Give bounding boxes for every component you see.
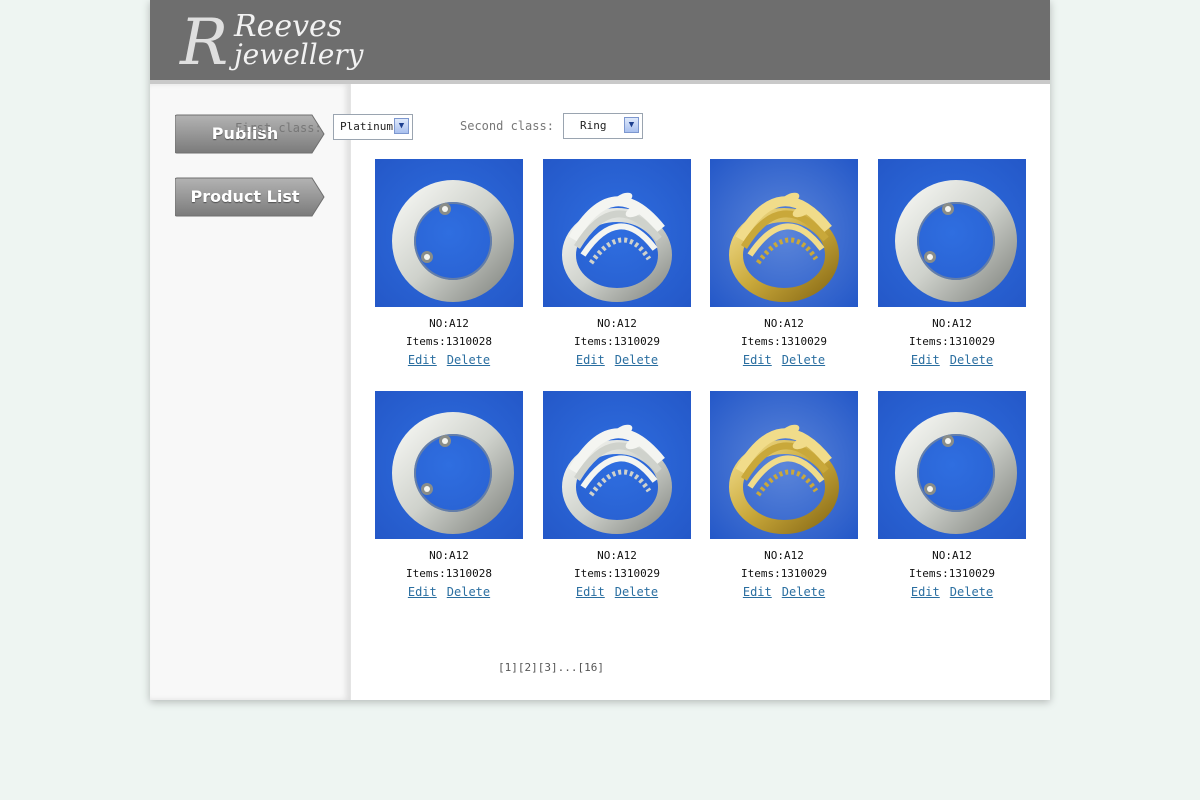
product-number: NO:A12 (429, 549, 469, 562)
second-class-select[interactable]: Ring ▼ (563, 113, 643, 139)
delete-link[interactable]: Delete (782, 353, 825, 367)
product-items: Items:1310029 (908, 567, 996, 580)
product-card: NO:A12 Items:1310029 Edit Delete (543, 391, 691, 601)
sidebar: Publish Product List (150, 84, 351, 700)
second-class-value: Ring (580, 119, 607, 132)
product-number: NO:A12 (764, 317, 804, 330)
product-card: NO:A12 Items:1310028 Edit Delete (375, 159, 523, 369)
product-number: NO:A12 (429, 317, 469, 330)
product-actions: Edit Delete (710, 583, 858, 601)
svg-text:R: R (179, 6, 228, 76)
edit-link[interactable]: Edit (408, 585, 437, 599)
product-number: NO:A12 (597, 317, 637, 330)
product-image[interactable] (710, 159, 858, 307)
product-number: NO:A12 (597, 549, 637, 562)
product-items: Items:1310029 (908, 335, 996, 348)
product-actions: Edit Delete (543, 351, 691, 369)
product-items: Items:1310029 (573, 335, 661, 348)
product-actions: Edit Delete (543, 583, 691, 601)
edit-link[interactable]: Edit (743, 585, 772, 599)
svg-text:jewellery: jewellery (228, 38, 365, 71)
filter-bar: First class: Platinum ▼ Second class: Ri… (235, 113, 685, 143)
pagination[interactable]: [1][2][3]...[16] (498, 661, 604, 674)
product-image[interactable] (878, 391, 1026, 539)
second-class-label: Second class: (460, 119, 554, 133)
delete-link[interactable]: Delete (782, 585, 825, 599)
product-items: Items:1310029 (740, 335, 828, 348)
delete-link[interactable]: Delete (950, 585, 993, 599)
product-items: Items:1310029 (740, 567, 828, 580)
product-actions: Edit Delete (878, 583, 1026, 601)
sidebar-item-label: Product List (190, 187, 300, 206)
product-image[interactable] (543, 391, 691, 539)
chevron-down-icon: ▼ (624, 117, 639, 133)
product-card: NO:A12 Items:1310029 Edit Delete (878, 391, 1026, 601)
product-image[interactable] (375, 391, 523, 539)
edit-link[interactable]: Edit (408, 353, 437, 367)
first-class-select[interactable]: Platinum ▼ (333, 114, 413, 140)
brand-logo[interactable]: R Reeves jewellery (178, 4, 378, 76)
delete-link[interactable]: Delete (950, 353, 993, 367)
edit-link[interactable]: Edit (576, 353, 605, 367)
product-actions: Edit Delete (375, 583, 523, 601)
product-card: NO:A12 Items:1310029 Edit Delete (710, 159, 858, 369)
delete-link[interactable]: Delete (615, 353, 658, 367)
product-items: Items:1310029 (573, 567, 661, 580)
product-image[interactable] (710, 391, 858, 539)
product-card: NO:A12 Items:1310029 Edit Delete (710, 391, 858, 601)
first-class-value: Platinum (340, 120, 393, 133)
product-card: NO:A12 Items:1310029 Edit Delete (543, 159, 691, 369)
product-number: NO:A12 (932, 317, 972, 330)
edit-link[interactable]: Edit (911, 585, 940, 599)
product-card: NO:A12 Items:1310028 Edit Delete (375, 391, 523, 601)
header-bar: R Reeves jewellery (150, 0, 1050, 84)
product-actions: Edit Delete (710, 351, 858, 369)
sidebar-item-product-list[interactable]: Product List (175, 177, 325, 217)
product-items: Items:1310028 (405, 335, 493, 348)
chevron-down-icon: ▼ (394, 118, 409, 134)
product-actions: Edit Delete (878, 351, 1026, 369)
first-class-label: First class: (235, 121, 322, 135)
delete-link[interactable]: Delete (615, 585, 658, 599)
product-number: NO:A12 (764, 549, 804, 562)
edit-link[interactable]: Edit (743, 353, 772, 367)
product-image[interactable] (878, 159, 1026, 307)
product-image[interactable] (543, 159, 691, 307)
edit-link[interactable]: Edit (576, 585, 605, 599)
delete-link[interactable]: Delete (447, 353, 490, 367)
edit-link[interactable]: Edit (911, 353, 940, 367)
delete-link[interactable]: Delete (447, 585, 490, 599)
product-image[interactable] (375, 159, 523, 307)
product-actions: Edit Delete (375, 351, 523, 369)
product-items: Items:1310028 (405, 567, 493, 580)
product-card: NO:A12 Items:1310029 Edit Delete (878, 159, 1026, 369)
product-number: NO:A12 (932, 549, 972, 562)
